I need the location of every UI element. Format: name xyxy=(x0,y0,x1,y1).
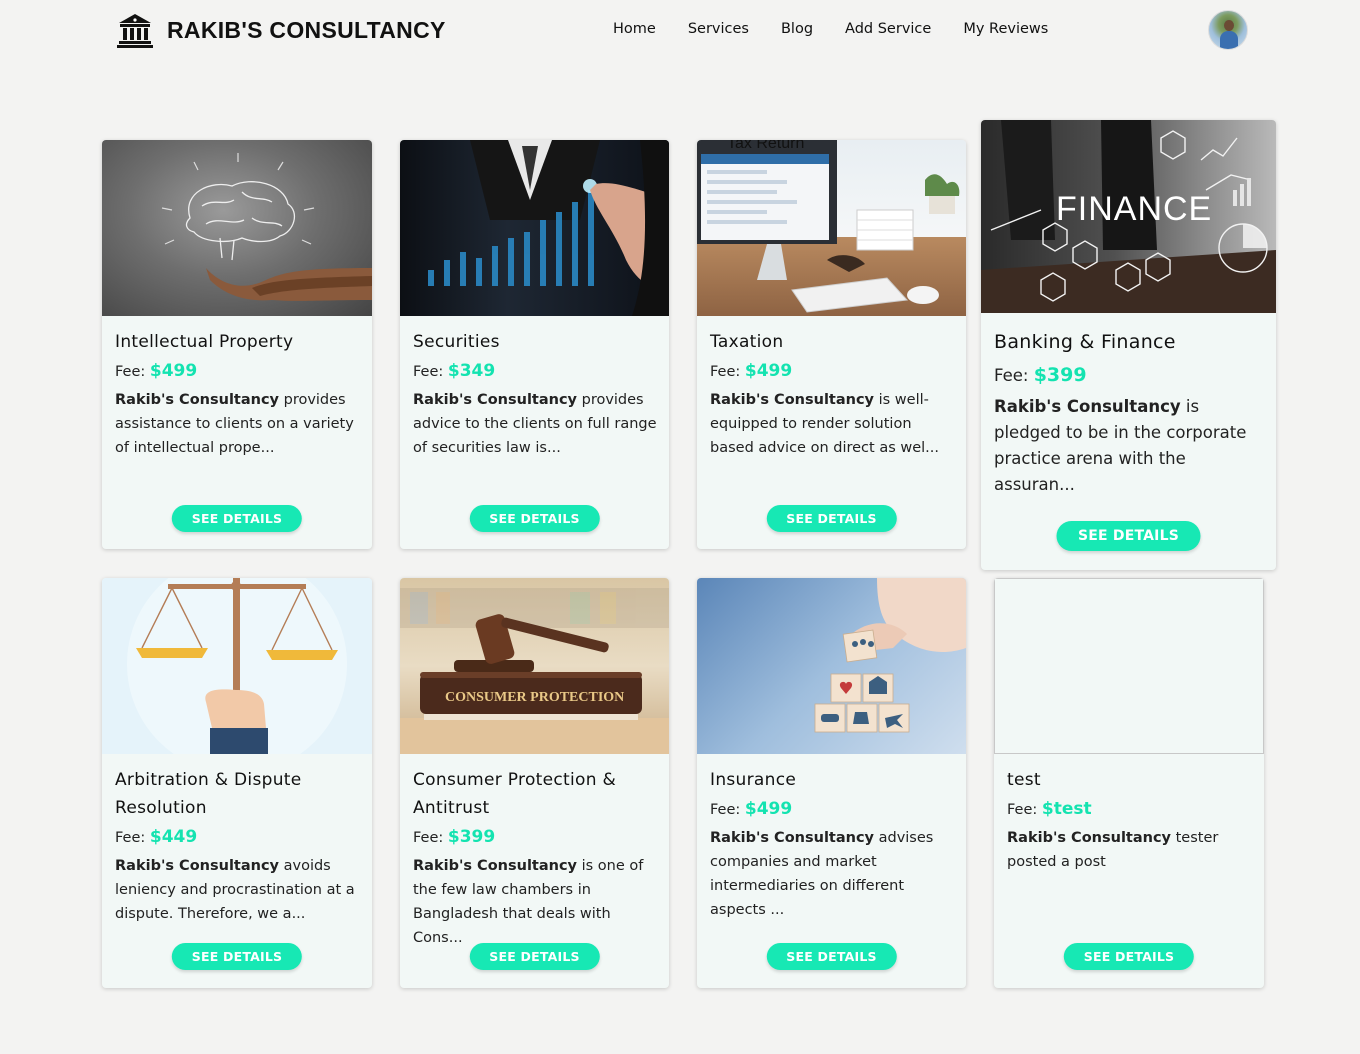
tax-return-image-text: Tax Return xyxy=(727,140,804,152)
service-fee: Fee: $test xyxy=(1007,799,1092,819)
business-chart-illustration xyxy=(428,140,669,316)
fee-amount: $499 xyxy=(744,361,793,381)
service-fee: Fee: $399 xyxy=(413,827,496,847)
service-fee: Fee: $399 xyxy=(994,364,1087,386)
fee-amount: $349 xyxy=(447,361,496,381)
fee-amount: $399 xyxy=(1033,364,1087,386)
service-card: Tax Return Taxation Fee: $499 Rakib's Co… xyxy=(697,140,966,549)
avatar-head xyxy=(1224,20,1234,31)
service-description: Rakib's Consultancy is pledged to be in … xyxy=(994,397,1247,494)
justice-scale-illustration xyxy=(127,578,347,754)
service-title: Arbitration & Dispute Resolution xyxy=(115,770,302,818)
service-card: Insurance Fee: $499 Rakib's Consultancy … xyxy=(697,578,966,988)
tax-return-desk-illustration: Tax Return xyxy=(697,140,960,313)
finance-image-text: FINANCE xyxy=(1056,190,1212,228)
service-image-finance: FINANCE xyxy=(981,120,1276,313)
service-title: Consumer Protection & Antitrust xyxy=(413,770,617,818)
service-image-scale xyxy=(102,578,372,754)
company-name: Rakib's Consultancy xyxy=(115,392,279,408)
service-description: Rakib's Consultancy is one of the few la… xyxy=(413,858,644,946)
service-image-insurance xyxy=(697,578,966,754)
nav-my-reviews[interactable]: My Reviews xyxy=(963,21,1048,37)
insurance-blocks-illustration xyxy=(814,578,966,733)
service-fee: Fee: $499 xyxy=(710,799,793,819)
avatar-body xyxy=(1220,31,1238,49)
nav-services[interactable]: Services xyxy=(688,21,749,37)
navbar: RAKIB'S CONSULTANCY Home Services Blog A… xyxy=(0,0,1360,62)
nav-add-service[interactable]: Add Service xyxy=(845,21,931,37)
company-name: Rakib's Consultancy xyxy=(994,397,1181,416)
user-avatar[interactable] xyxy=(1208,10,1248,50)
brain-in-hand-illustration xyxy=(161,153,372,301)
service-card: CONSUMER PROTECTION Consumer Protection … xyxy=(400,578,669,988)
service-card: FINANCE Banking & Finance Fee: $399 Raki… xyxy=(981,120,1276,570)
service-image-securities xyxy=(400,140,669,316)
service-title: test xyxy=(1007,770,1041,790)
brand-title: RAKIB'S CONSULTANCY xyxy=(167,16,446,43)
company-name: Rakib's Consultancy xyxy=(710,392,874,408)
company-name: Rakib's Consultancy xyxy=(115,858,279,874)
fee-amount: $test xyxy=(1041,799,1092,819)
service-description: Rakib's Consultancy is well-equipped to … xyxy=(710,392,939,456)
service-card: Intellectual Property Fee: $499 Rakib's … xyxy=(102,140,372,549)
nav-home[interactable]: Home xyxy=(613,21,656,37)
service-fee: Fee: $499 xyxy=(115,361,198,381)
company-name: Rakib's Consultancy xyxy=(413,392,577,408)
service-title: Securities xyxy=(413,332,500,352)
company-name: Rakib's Consultancy xyxy=(710,830,874,846)
service-fee: Fee: $349 xyxy=(413,361,496,381)
service-image-taxation: Tax Return xyxy=(697,140,966,316)
service-description: Rakib's Consultancy tester posted a post xyxy=(1007,830,1219,870)
gavel-book-illustration: CONSUMER PROTECTION xyxy=(400,588,669,754)
see-details-button[interactable]: See details xyxy=(766,943,897,970)
service-card: Securities Fee: $349 Rakib's Consultancy… xyxy=(400,140,669,549)
service-title: Banking & Finance xyxy=(994,331,1176,353)
service-description: Rakib's Consultancy avoids leniency and … xyxy=(115,858,355,922)
service-image-brain xyxy=(102,140,372,316)
see-details-button[interactable]: See details xyxy=(766,505,897,532)
service-image-broken xyxy=(994,578,1264,754)
service-title: Insurance xyxy=(710,770,797,790)
service-description: Rakib's Consultancy provides assistance … xyxy=(115,392,354,456)
consumer-protection-image-text: CONSUMER PROTECTION xyxy=(445,690,624,705)
see-details-button[interactable]: See details xyxy=(469,505,600,532)
see-details-button[interactable]: See details xyxy=(171,943,303,970)
bank-icon xyxy=(117,14,153,48)
service-description: Rakib's Consultancy advises companies an… xyxy=(710,830,934,918)
see-details-button[interactable]: See details xyxy=(1056,521,1201,551)
service-image-gavel: CONSUMER PROTECTION xyxy=(400,578,669,754)
main-nav: Home Services Blog Add Service My Review… xyxy=(613,21,1080,37)
fee-amount: $449 xyxy=(149,827,198,847)
nav-blog[interactable]: Blog xyxy=(781,21,813,37)
service-title: Taxation xyxy=(710,332,784,352)
service-fee: Fee: $499 xyxy=(710,361,793,381)
service-title: Intellectual Property xyxy=(115,332,294,352)
fee-amount: $499 xyxy=(744,799,793,819)
see-details-button[interactable]: See details xyxy=(469,943,600,970)
fee-amount: $399 xyxy=(447,827,496,847)
company-name: Rakib's Consultancy xyxy=(413,858,577,874)
see-details-button[interactable]: See details xyxy=(171,505,303,532)
service-fee: Fee: $449 xyxy=(115,827,198,847)
service-card: test Fee: $test Rakib's Consultancy test… xyxy=(994,578,1264,988)
company-name: Rakib's Consultancy xyxy=(1007,830,1171,846)
see-details-button[interactable]: See details xyxy=(1063,943,1195,970)
fee-amount: $499 xyxy=(149,361,198,381)
service-card: Arbitration & Dispute Resolution Fee: $4… xyxy=(102,578,372,988)
finance-graphic-illustration: FINANCE xyxy=(981,120,1276,313)
brand[interactable]: RAKIB'S CONSULTANCY xyxy=(117,12,446,48)
service-description: Rakib's Consultancy provides advice to t… xyxy=(413,392,657,456)
